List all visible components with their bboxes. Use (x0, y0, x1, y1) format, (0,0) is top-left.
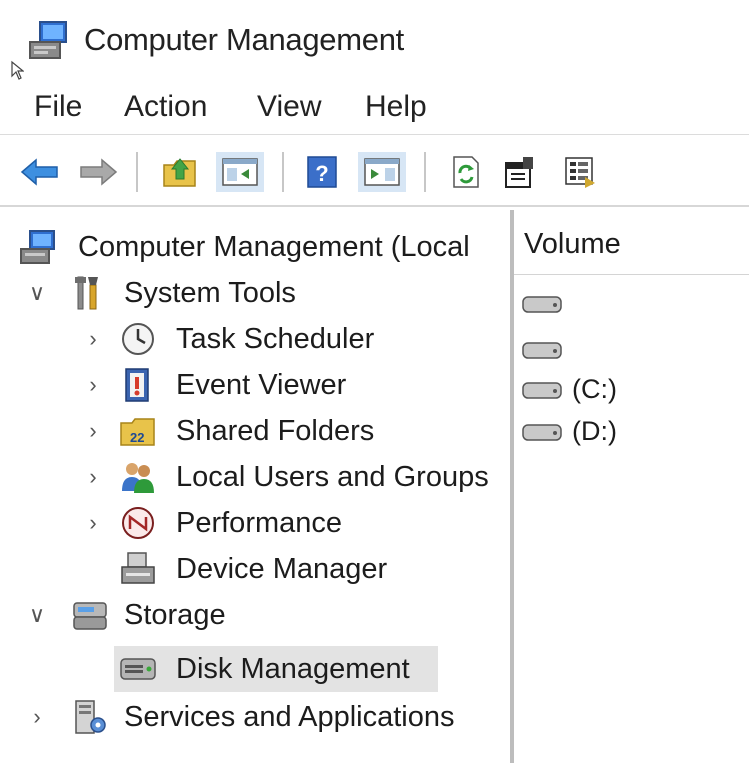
tree-item-device-manager[interactable]: Device Manager (0, 546, 505, 592)
tree-item-task-scheduler[interactable]: › Task Scheduler (0, 316, 505, 362)
toolbar-separator (136, 152, 138, 192)
tree-label: Disk Management (176, 653, 410, 685)
tree-item-system-tools[interactable]: ∨ System Tools (0, 270, 505, 316)
tree-label: Event Viewer (176, 369, 347, 401)
volume-row[interactable] (522, 286, 742, 326)
event-log-icon (125, 368, 149, 402)
services-icon (75, 700, 106, 734)
back-button[interactable] (20, 152, 60, 192)
volume-list: Volume (C:) (D:) (514, 210, 749, 763)
device-manager-icon (121, 552, 155, 584)
properties-button[interactable] (500, 152, 540, 192)
tree-label: Performance (176, 507, 343, 539)
menu-view[interactable]: View (257, 90, 321, 124)
computer-management-icon (20, 230, 55, 264)
tree-label: Storage (124, 599, 226, 631)
chevron-down-icon[interactable]: ∨ (24, 278, 50, 308)
tree-item-computer-management[interactable]: Computer Management (Local (0, 224, 505, 270)
tools-icon (75, 276, 98, 310)
svg-text:22: 22 (130, 430, 144, 445)
performance-gauge-icon (122, 507, 154, 539)
menu-divider (0, 134, 749, 135)
back-arrow-icon (20, 158, 58, 186)
console-tree: Computer Management (Local ∨ System Tool… (0, 210, 505, 763)
mouse-cursor-icon (11, 60, 24, 80)
forward-arrow-icon (80, 158, 118, 186)
volume-name: (D:) (572, 416, 617, 446)
tree-item-storage[interactable]: ∨ Storage (0, 592, 505, 638)
toolbar-separator (282, 152, 284, 192)
volume-row[interactable]: (D:) (522, 414, 742, 454)
column-header-volume[interactable]: Volume (524, 228, 621, 261)
chevron-right-icon[interactable]: › (24, 702, 50, 732)
tree-item-performance[interactable]: › Performance (0, 500, 505, 546)
tree-item-disk-management[interactable]: Disk Management (114, 646, 438, 692)
tree-label: System Tools (124, 277, 296, 309)
tree-label: Local Users and Groups (176, 461, 489, 493)
column-header-divider (514, 274, 749, 275)
chevron-right-icon[interactable]: › (80, 370, 106, 400)
forward-button[interactable] (78, 152, 118, 192)
refresh-button[interactable] (446, 152, 486, 192)
drive-icon (522, 382, 562, 399)
chevron-right-icon[interactable]: › (80, 462, 106, 492)
up-one-level-button[interactable] (160, 152, 200, 192)
disk-management-icon (120, 658, 156, 680)
svg-text:?: ? (315, 161, 328, 186)
drive-icon (522, 296, 562, 313)
window-title: Computer Management (84, 22, 404, 57)
chevron-down-icon[interactable]: ∨ (24, 600, 50, 630)
clock-icon (122, 323, 154, 355)
tree-item-services-applications[interactable]: › Services and Applications (0, 694, 505, 740)
toolbar: ? (0, 140, 749, 204)
title-bar: Computer Management (0, 0, 749, 82)
menu-file[interactable]: File (34, 90, 82, 124)
volume-name: (C:) (572, 374, 617, 404)
show-hide-console-tree-icon (222, 158, 258, 186)
tree-label: Computer Management (Local (78, 231, 470, 263)
chevron-right-icon[interactable]: › (80, 416, 106, 446)
computer-management-icon (29, 21, 67, 59)
tree-label: Device Manager (176, 553, 388, 585)
chevron-right-icon[interactable]: › (80, 508, 106, 538)
tree-item-event-viewer[interactable]: › Event Viewer (0, 362, 505, 408)
action-pane-button[interactable] (358, 152, 406, 192)
drive-icon (522, 342, 562, 359)
show-hide-action-pane-icon (364, 158, 400, 186)
tree-label: Task Scheduler (176, 323, 375, 355)
help-button[interactable]: ? (302, 152, 342, 192)
toolbar-separator (424, 152, 426, 192)
export-list-icon (565, 157, 595, 188)
export-list-button[interactable] (560, 152, 600, 192)
refresh-icon (453, 156, 479, 188)
console-tree-button[interactable] (216, 152, 264, 192)
volume-row[interactable]: (C:) (522, 372, 742, 412)
up-folder-icon (163, 158, 196, 187)
users-icon (122, 463, 154, 493)
menu-help[interactable]: Help (365, 90, 427, 124)
menu-bar: File Action View Help (0, 84, 749, 130)
storage-icon (73, 602, 107, 630)
chevron-right-icon[interactable]: › (80, 324, 106, 354)
drive-icon (522, 424, 562, 441)
tree-label: Shared Folders (176, 415, 375, 447)
volume-row[interactable] (522, 332, 742, 372)
help-icon: ? (307, 156, 337, 188)
tree-item-local-users-groups[interactable]: › Local Users and Groups (0, 454, 505, 500)
menu-action[interactable]: Action (124, 90, 207, 124)
properties-icon (505, 157, 533, 188)
tree-item-shared-folders[interactable]: › 22 Shared Folders (0, 408, 505, 454)
shared-folder-icon: 22 (120, 418, 155, 446)
toolbar-divider (0, 205, 749, 207)
tree-label: Services and Applications (124, 701, 455, 733)
